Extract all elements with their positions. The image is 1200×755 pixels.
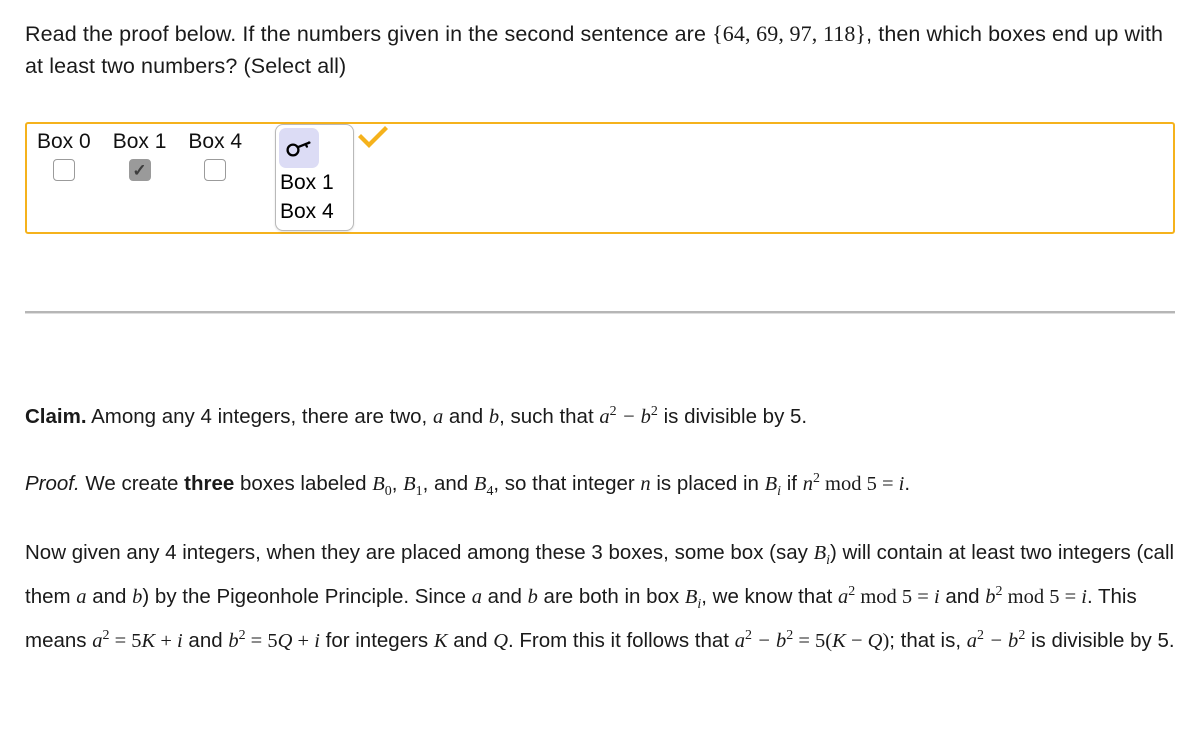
setup-var-n: n — [640, 472, 651, 495]
body-var-a: a — [76, 585, 87, 608]
body-expr-5: a2 − b2 = 5(K − Q) — [734, 627, 890, 652]
choice-box-4[interactable]: Box 4 ✓ — [188, 128, 242, 181]
body-t15: is divisible by 5. — [1025, 628, 1175, 652]
setup-text-d: , and — [422, 471, 474, 495]
claim-text-c: , such that — [499, 404, 600, 428]
key-answer-item: Box 1 — [280, 171, 334, 194]
label-bi: Bi — [813, 541, 830, 568]
body-expr-1: a2 mod 5 = i — [838, 583, 940, 608]
key-icon — [279, 128, 319, 168]
body-expr-4: b2 = 5Q + i — [228, 627, 320, 652]
checkbox-tick-icon: ✓ — [132, 160, 147, 180]
claim-text-d: is divisible by 5. — [657, 404, 808, 428]
body-t3: and — [86, 584, 133, 608]
choice-label-box-0: Box 0 — [37, 130, 91, 153]
choice-label-box-4: Box 4 — [188, 130, 243, 153]
checkbox-box-0[interactable]: ✓ — [52, 159, 75, 181]
label-bi: Bi — [684, 585, 702, 612]
label-b1: B1 — [403, 472, 423, 499]
body-t7: , we know that — [701, 584, 838, 608]
body-t1: Now given any 4 integers, when they are … — [25, 540, 814, 564]
body-expr-6: a2 − b2 — [966, 627, 1026, 652]
answer-key-panel[interactable]: Box 1 Box 4 — [275, 124, 354, 231]
claim-paragraph: Claim. Among any 4 integers, there are t… — [25, 396, 1180, 433]
body-t14: ; that is, — [889, 628, 967, 652]
label-bi: Bi — [764, 472, 782, 499]
body-var-b: b — [527, 585, 538, 608]
answer-area: Box 0 ✓ Box 1 ✓ Box 4 ✓ — [25, 122, 1175, 234]
prompt-number-set: {64, 69, 97, 118} — [712, 21, 867, 46]
claim-expression: a2 − b2 — [599, 404, 658, 428]
claim-var-a: a — [432, 405, 444, 428]
setup-text-a: We create — [79, 471, 185, 495]
body-var-a: a — [471, 585, 482, 608]
body-expr-2: b2 mod 5 = i — [985, 583, 1087, 608]
section-divider — [25, 311, 1175, 314]
body-var-b: b — [132, 585, 143, 608]
claim-var-b: b — [488, 405, 500, 428]
body-var-Q: Q — [493, 629, 508, 652]
claim-text-b: and — [443, 404, 489, 428]
setup-bold-word: three — [184, 471, 235, 495]
setup-text-g: if — [781, 471, 803, 495]
setup-text-h: . — [904, 471, 911, 495]
setup-expression: n2 mod 5 = i — [802, 470, 905, 495]
claim-text-a: Among any 4 integers, there are two, — [86, 404, 433, 428]
label-b4: B4 — [473, 472, 494, 499]
body-t4: ) by the Pigeonhole Principle. Since — [142, 584, 472, 608]
label-b0: B0 — [372, 472, 392, 499]
choice-label-box-1: Box 1 — [112, 130, 167, 153]
body-t8: and — [939, 584, 986, 608]
proof-body: Claim. Among any 4 integers, there are t… — [25, 396, 1180, 657]
claim-lead: Claim. — [25, 404, 87, 428]
body-expr-3: a2 = 5K + i — [92, 627, 183, 652]
choice-group: Box 0 ✓ Box 1 ✓ Box 4 ✓ — [37, 128, 264, 181]
body-t5: and — [481, 584, 528, 608]
proof-main-paragraph: Now given any 4 integers, when they are … — [25, 537, 1180, 657]
proof-lead: Proof. — [25, 471, 80, 495]
prompt-text-part1: Read the proof below. If the numbers giv… — [25, 22, 713, 46]
setup-text-e: , so that integer — [493, 471, 641, 495]
body-var-K: K — [433, 629, 448, 652]
key-answer-item: Box 4 — [280, 200, 334, 223]
choice-box-1[interactable]: Box 1 ✓ — [112, 128, 167, 181]
proof-setup-paragraph: Proof. We create three boxes labeled B0,… — [25, 463, 1180, 507]
body-t13: . From this it follows that — [508, 628, 735, 652]
check-mark-icon — [356, 124, 390, 154]
checkbox-box-1[interactable]: ✓ — [128, 159, 151, 181]
body-t10: and — [182, 628, 229, 652]
checkbox-box-4[interactable]: ✓ — [204, 159, 227, 181]
setup-text-c: , — [391, 471, 404, 495]
question-prompt: Read the proof below. If the numbers giv… — [25, 18, 1175, 82]
body-t11: for integers — [319, 628, 434, 652]
body-t12: and — [447, 628, 494, 652]
choice-box-0[interactable]: Box 0 ✓ — [37, 128, 91, 181]
body-t6: are both in box — [537, 584, 685, 608]
setup-text-b: boxes labeled — [234, 471, 373, 495]
setup-text-f: is placed in — [650, 471, 765, 495]
